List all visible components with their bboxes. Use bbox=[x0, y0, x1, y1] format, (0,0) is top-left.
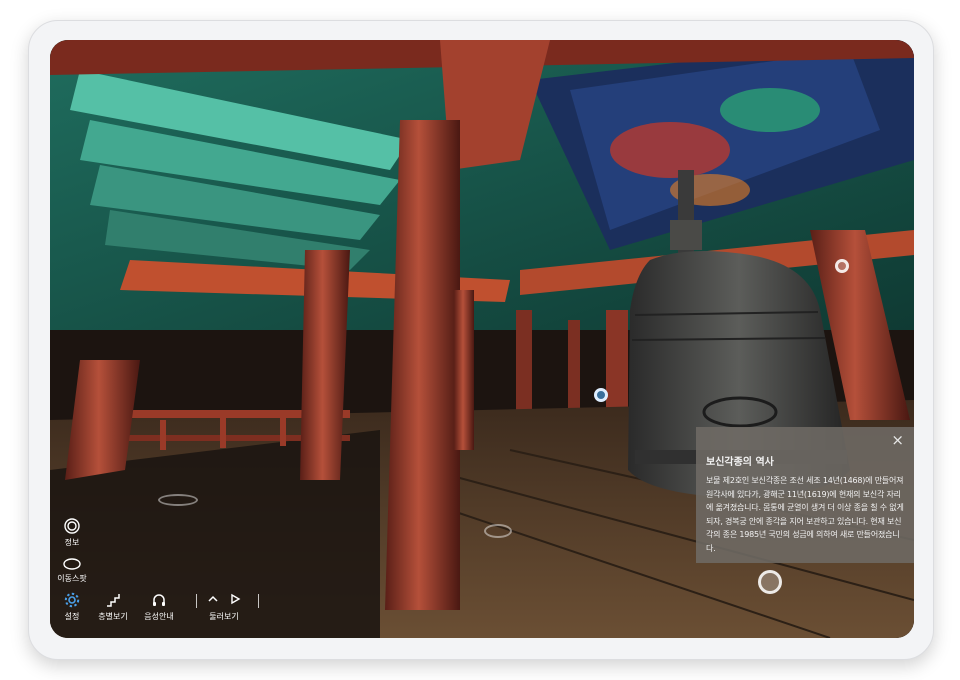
gear-icon bbox=[64, 592, 80, 608]
divider bbox=[196, 594, 197, 608]
info-panel-title: 보신각종의 역사 bbox=[706, 457, 774, 468]
floor-view-button[interactable]: 층별보기 bbox=[94, 592, 132, 622]
headphones-icon bbox=[153, 594, 165, 606]
info-button[interactable]: 정보 bbox=[56, 518, 88, 548]
ellipse-ring-icon bbox=[63, 558, 81, 570]
panorama-viewer[interactable]: × 보신각종의 역사 보물 제2호인 보신각종은 조선 세조 14년(1468)… bbox=[50, 40, 914, 638]
floor-spot[interactable] bbox=[158, 494, 198, 506]
stairs-icon bbox=[107, 594, 120, 607]
audio-guide-button[interactable]: 음성안내 bbox=[140, 592, 178, 622]
divider bbox=[258, 594, 259, 608]
floor-spot[interactable] bbox=[484, 524, 512, 538]
close-icon[interactable]: × bbox=[891, 431, 904, 449]
move-spot-button[interactable]: 이동스팟 bbox=[52, 558, 92, 584]
nav-hotspot[interactable] bbox=[835, 259, 849, 273]
tour-control[interactable]: 둘러보기 bbox=[202, 592, 246, 622]
play-icon[interactable] bbox=[228, 592, 242, 606]
floor-view-label: 층별보기 bbox=[98, 612, 128, 621]
info-panel-body: 보물 제2호인 보신각종은 조선 세조 14년(1468)에 만들어져 원각사에… bbox=[706, 476, 904, 553]
nav-hotspot[interactable] bbox=[758, 570, 782, 594]
info-label: 정보 bbox=[64, 538, 80, 547]
chevron-up-icon[interactable] bbox=[206, 592, 220, 606]
settings-label: 설정 bbox=[64, 612, 80, 621]
nav-hotspot[interactable] bbox=[594, 388, 608, 402]
target-circle-icon bbox=[64, 518, 80, 534]
audio-guide-label: 음성안내 bbox=[144, 612, 174, 621]
tour-label: 둘러보기 bbox=[209, 612, 239, 621]
info-panel: × 보신각종의 역사 보물 제2호인 보신각종은 조선 세조 14년(1468)… bbox=[696, 427, 914, 563]
settings-button[interactable]: 설정 bbox=[58, 592, 86, 622]
move-spot-label: 이동스팟 bbox=[57, 574, 87, 583]
